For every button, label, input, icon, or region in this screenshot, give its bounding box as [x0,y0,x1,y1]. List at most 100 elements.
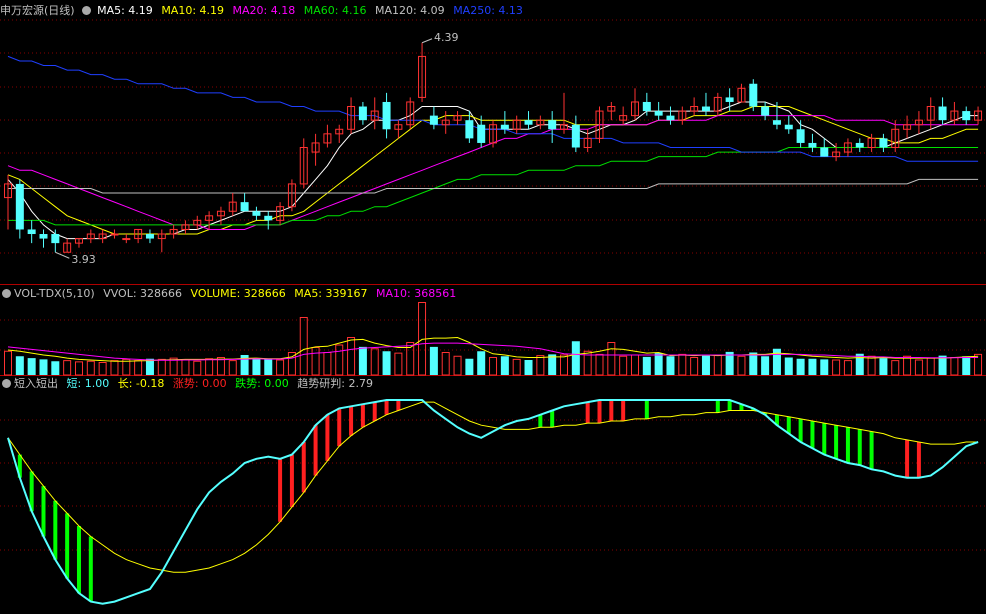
volume-bar [347,337,356,376]
volume-bar [228,360,237,376]
volume-bar [713,354,722,376]
volume-bar [110,360,119,376]
volume-bar [27,358,36,375]
candle-body [784,124,793,130]
price-panel-header: 申万宏源(日线) MA5: 4.19 MA10: 4.19 MA20: 4.18… [0,3,528,19]
volume-bar [63,360,72,376]
volume-bar [784,357,793,375]
volume-bar [276,359,285,376]
indicator-title: 短入短出 [14,377,58,390]
volume-title: VOL-TDX(5,10) [14,287,95,300]
volume-bar [429,346,438,375]
ma60-value: MA60: 4.16 [303,4,367,17]
volume-bar [299,317,308,376]
ma5-value: MA5: 4.19 [97,4,153,17]
volume-bar [382,351,391,375]
volume-bar [820,359,829,375]
volume-bar [181,359,190,376]
volume-bar [536,355,545,376]
candle-body [938,106,947,121]
volume-bar [654,353,663,375]
volume-bar [737,355,746,376]
price-panel[interactable] [4,38,983,259]
candle-body [122,238,131,241]
settings-icon[interactable] [2,289,11,298]
volume-bar [761,356,770,375]
ma20-value: MA20: 4.18 [232,4,296,17]
volume-bar [264,359,273,375]
volume-bar [560,354,569,376]
volume-bar [477,351,486,375]
volume-bar [39,359,48,375]
volume-bar [465,358,474,375]
candle-body [15,183,24,230]
high-price-label: 4.39 [434,31,459,44]
volume-bar [4,350,12,376]
short-line [7,399,979,605]
volume-bar [524,360,533,375]
volume-bar [145,358,154,375]
low-marker-line [55,251,70,259]
short-value: 短: 1.00 [66,377,110,390]
volume-panel[interactable] [4,302,983,376]
candle-body [465,120,474,139]
candle-body [429,115,438,125]
volume-bar [962,356,971,375]
volume-bar [678,353,687,376]
volume-bar [903,355,912,376]
candle-body [27,229,36,235]
volume-bar [914,359,923,376]
vol-ma5-value: MA5: 339167 [294,287,368,300]
volume-bar [394,352,403,376]
volume-bar [15,356,24,375]
volume-bar [193,360,202,376]
volume-bar [311,347,320,376]
candle-body [145,234,154,239]
volume-bar [619,355,628,376]
volume-bar [749,352,758,375]
volume-bar [642,356,651,375]
volume-bar [595,353,604,376]
candle-body [761,106,770,116]
ma10-value: MA10: 4.19 [161,4,225,17]
ma120-value: MA120: 4.09 [374,4,445,17]
settings-icon[interactable] [2,379,11,388]
volume-bar [808,358,817,375]
high-marker-line [421,38,433,44]
candle-body [772,120,781,125]
volume-bar [134,360,143,376]
volume-bar [441,352,450,376]
candle-body [571,124,580,148]
candle-body [962,111,971,121]
settings-icon[interactable] [81,6,91,15]
candle-body [796,129,805,143]
volume-bar [607,342,616,376]
volume-bar [630,354,639,376]
candle-body [879,138,888,148]
chart-canvas: 4.39 3.93 [0,19,986,605]
volume-bar [950,357,959,376]
volume-bar [796,358,805,375]
candle-body [500,124,509,130]
long-value: 长: -0.18 [117,377,165,390]
volume-bar [453,355,462,376]
candle-body [820,147,829,157]
volume-bar [489,357,498,376]
vvol-value: VVOL: 328666 [103,287,183,300]
vol-ma10-value: MA10: 368561 [376,287,457,300]
volume-bar [690,357,699,376]
fall-value: 跌势: 0.00 [235,377,289,390]
rise-value: 涨势: 0.00 [172,377,227,390]
volume-bar [571,341,580,375]
volume-bar [323,352,332,376]
candle-body [666,115,675,121]
long-line [7,401,979,573]
candle-body [642,101,651,112]
volume-bar [358,346,367,375]
volume-bar [879,358,888,375]
ma250-value: MA250: 4.13 [453,4,523,17]
candle-body [524,120,533,125]
volume-bar [157,358,166,376]
candle-body [477,124,486,143]
indicator-panel[interactable] [7,399,979,605]
